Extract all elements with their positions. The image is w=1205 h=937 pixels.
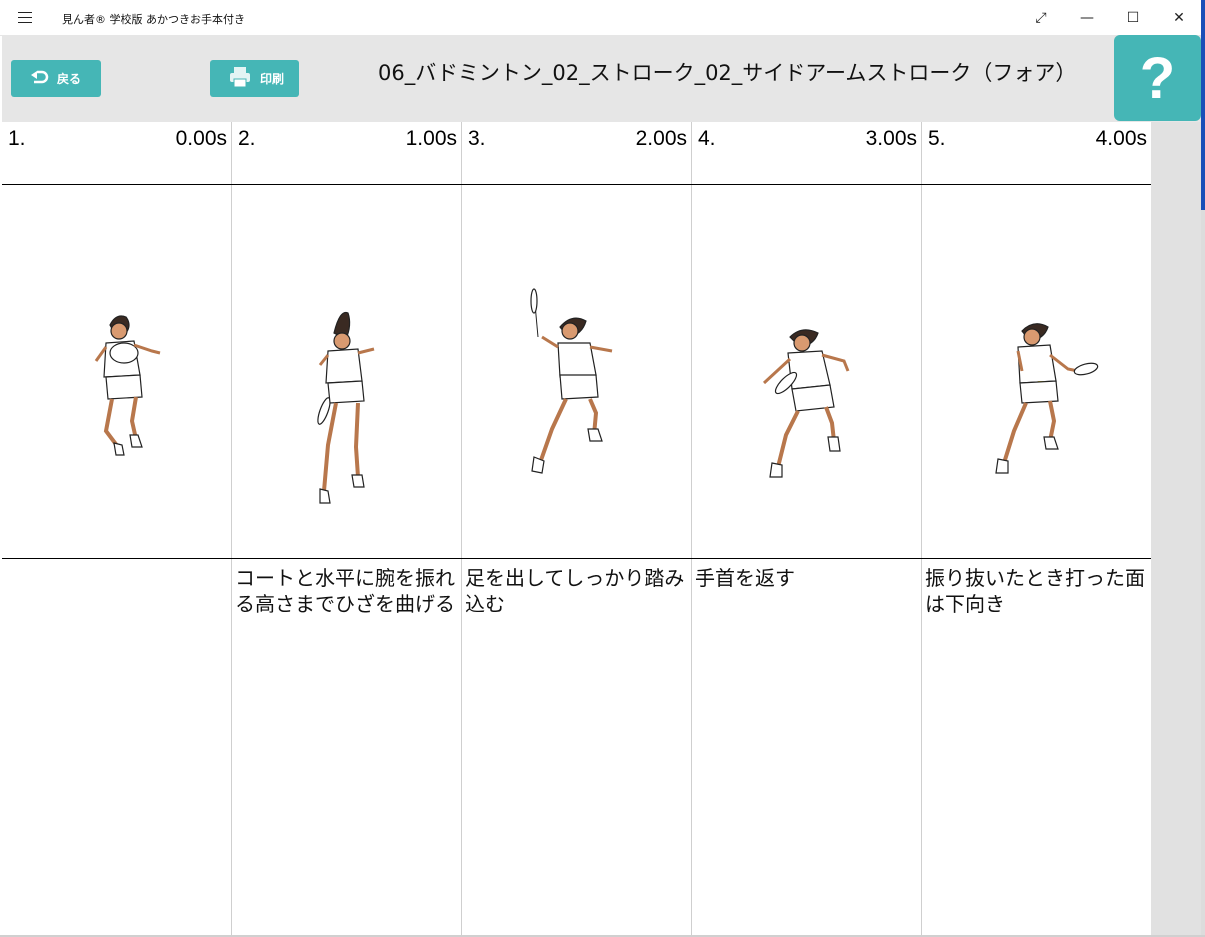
print-button-label: 印刷 (260, 72, 285, 86)
frame-image[interactable] (922, 185, 1152, 559)
frame-header: 3. 2.00s (462, 122, 692, 185)
frame-column: 1. 0.00s (2, 122, 232, 935)
print-button[interactable]: 印刷 (210, 60, 299, 97)
return-arrow-icon (29, 69, 49, 88)
close-icon[interactable]: ✕ (1156, 0, 1202, 36)
back-button[interactable]: 戻る (11, 60, 101, 97)
frame-grid: 1. 0.00s 2. 1.00s コートと水平に腕を振れる高さまでひざを曲げる… (2, 122, 1152, 935)
frame-number: 5. (928, 127, 946, 150)
frame-column: 4. 3.00s 手首を返す (692, 122, 922, 935)
page-title: 06_バドミントン_02_ストローク_02_サイドアームストローク（フォア） (378, 61, 1077, 85)
frame-number: 3. (468, 127, 486, 150)
frame-header: 5. 4.00s (922, 122, 1152, 185)
frame-image[interactable] (692, 185, 922, 559)
frame-header: 2. 1.00s (232, 122, 462, 185)
side-pane (1151, 122, 1201, 935)
frame-description: 手首を返す (695, 566, 795, 590)
window-edge (1201, 0, 1205, 937)
frame-description: 振り抜いたとき打った面は下向き (925, 566, 1145, 616)
back-button-label: 戻る (57, 72, 82, 86)
player-illustration (995, 323, 1099, 474)
fullscreen-icon[interactable]: ⤢ (1018, 0, 1064, 36)
player-illustration (317, 311, 375, 504)
frame-time: 0.00s (175, 127, 227, 150)
frame-header: 4. 3.00s (692, 122, 922, 185)
frame-image[interactable] (462, 185, 692, 559)
frame-time: 4.00s (1095, 127, 1147, 150)
frame-number: 2. (238, 127, 256, 150)
title-bar: 見ん者® 学校版 あかつきお手本付き ⤢ — ☐ ✕ (0, 0, 1205, 36)
frame-column: 5. 4.00s 振り抜いたとき打った面は下向き (922, 122, 1152, 935)
help-button[interactable]: ? (1114, 35, 1201, 121)
toolbar: 戻る 印刷 06_バドミントン_02_ストローク_02_サイドアームストローク（… (2, 35, 1201, 122)
frame-time: 1.00s (405, 127, 457, 150)
frame-image[interactable] (2, 185, 232, 559)
frame-column: 3. 2.00s 足を出してしっかり踏み込む (462, 122, 692, 935)
frame-image[interactable] (232, 185, 462, 559)
frame-description: 足を出してしっかり踏み込む (465, 566, 685, 616)
frame-number: 1. (8, 127, 26, 150)
hamburger-menu-icon[interactable] (18, 12, 32, 23)
frame-column: 2. 1.00s コートと水平に腕を振れる高さまでひざを曲げる (232, 122, 462, 935)
frame-number: 4. (698, 127, 716, 150)
player-illustration (530, 288, 613, 474)
printer-icon (228, 65, 252, 92)
frame-time: 3.00s (865, 127, 917, 150)
frame-time: 2.00s (635, 127, 687, 150)
frame-header: 1. 0.00s (2, 122, 232, 185)
minimize-icon[interactable]: — (1064, 0, 1110, 36)
player-illustration (94, 315, 161, 456)
maximize-icon[interactable]: ☐ (1110, 0, 1156, 36)
player-illustration (762, 329, 850, 478)
frame-description: コートと水平に腕を振れる高さまでひざを曲げる (235, 566, 455, 616)
app-title: 見ん者® 学校版 あかつきお手本付き (62, 13, 245, 26)
